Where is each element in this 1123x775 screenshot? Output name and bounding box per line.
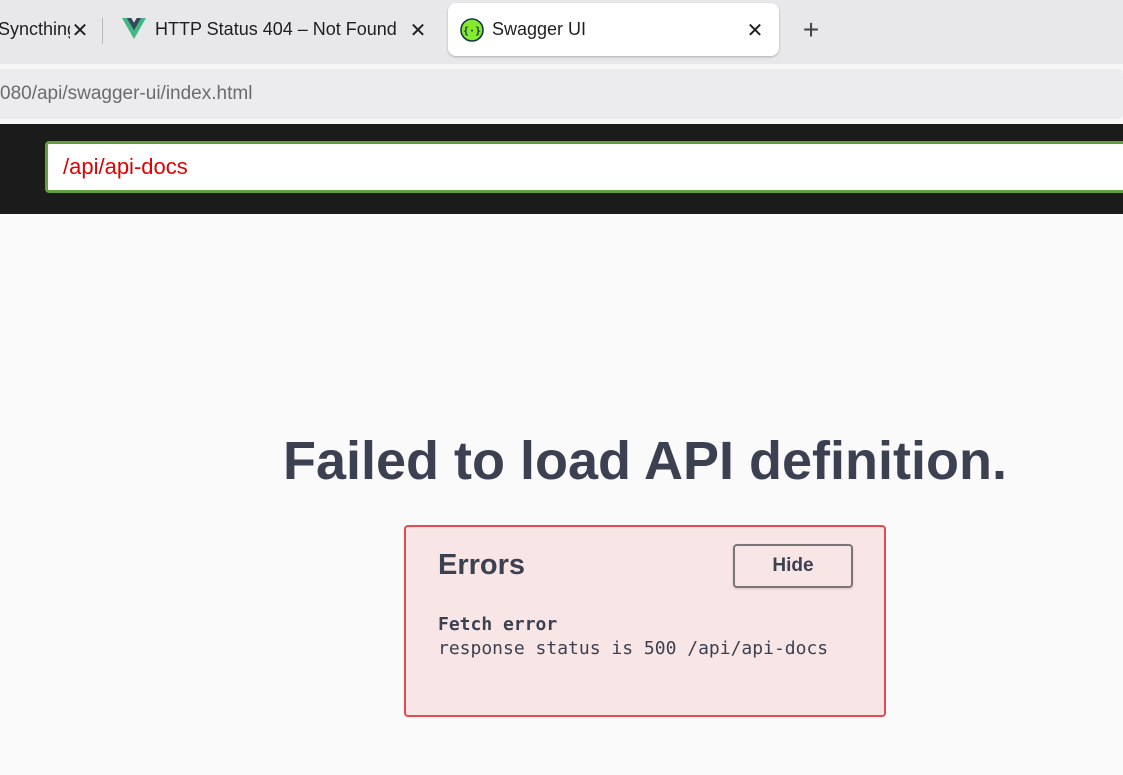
tab-syncthing[interactable]: Syncthing ✕ bbox=[0, 3, 100, 56]
svg-text:{·}: {·} bbox=[463, 26, 481, 37]
errors-panel: Errors Hide Fetch error response status … bbox=[404, 525, 886, 717]
close-tab-icon[interactable]: ✕ bbox=[68, 18, 92, 42]
swagger-topbar bbox=[0, 124, 1123, 214]
address-bar-url: 080/api/swagger-ui/index.html bbox=[0, 83, 253, 104]
error-message: response status is 500 /api/api-docs bbox=[438, 638, 829, 659]
error-type: Fetch error bbox=[438, 614, 558, 635]
vue-logo-icon bbox=[122, 18, 146, 42]
tab-http-404[interactable]: HTTP Status 404 – Not Found ✕ bbox=[108, 3, 440, 56]
tab-title: Swagger UI bbox=[492, 19, 587, 39]
new-tab-button[interactable]: + bbox=[796, 14, 826, 45]
load-failure-title: Failed to load API definition. bbox=[283, 431, 1007, 491]
tab-swagger-ui[interactable]: {·} Swagger UI ✕ bbox=[448, 3, 779, 56]
tab-title: HTTP Status 404 – Not Found bbox=[155, 19, 397, 39]
spec-url-input[interactable] bbox=[45, 141, 1123, 193]
tab-separator bbox=[102, 18, 103, 44]
swagger-logo-icon: {·} bbox=[460, 18, 484, 42]
browser-tab-strip: Syncthing ✕ HTTP Status 404 – Not Found … bbox=[0, 0, 1123, 64]
tab-title: Syncthing bbox=[0, 19, 70, 39]
close-tab-icon[interactable]: ✕ bbox=[743, 18, 767, 42]
errors-heading: Errors bbox=[438, 549, 526, 581]
close-tab-icon[interactable]: ✕ bbox=[406, 18, 430, 42]
hide-errors-button[interactable]: Hide bbox=[733, 544, 853, 588]
address-bar[interactable]: 080/api/swagger-ui/index.html bbox=[0, 69, 1123, 119]
address-bar-row: 080/api/swagger-ui/index.html bbox=[0, 64, 1123, 124]
